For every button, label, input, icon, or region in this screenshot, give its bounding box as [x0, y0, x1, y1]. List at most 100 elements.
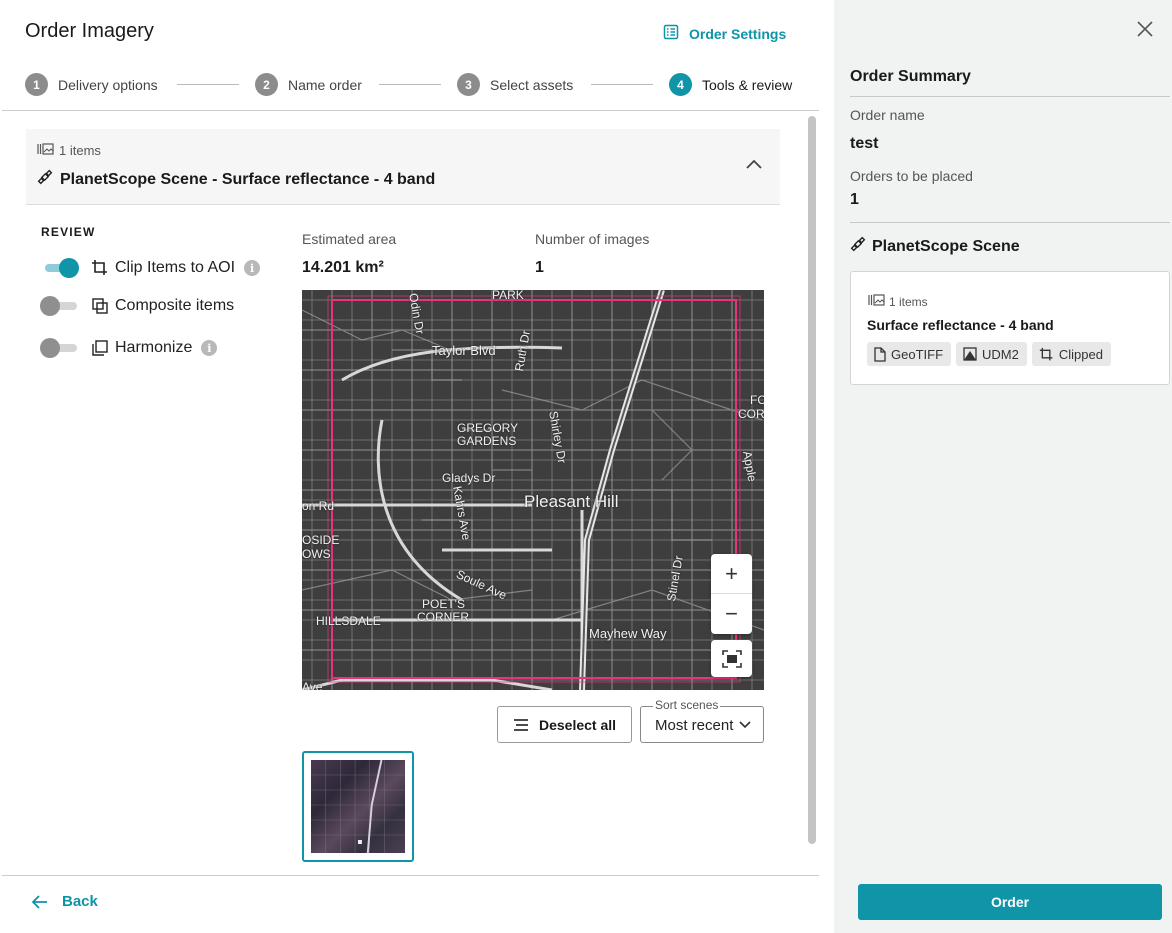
summary-divider — [850, 96, 1170, 97]
fit-bounds-button[interactable] — [711, 640, 752, 677]
back-label: Back — [62, 893, 98, 910]
step-number: 2 — [255, 73, 278, 96]
file-icon — [874, 346, 886, 362]
deselect-all-label: Deselect all — [538, 716, 617, 733]
order-button-label: Order — [990, 894, 1030, 910]
deselect-all-button[interactable]: Deselect all — [497, 706, 632, 743]
composite-toggle-row: Composite items — [40, 296, 235, 316]
chip-label: UDM2 — [982, 346, 1019, 362]
stack-icon — [868, 294, 885, 309]
map-label: FO — [750, 393, 764, 407]
order-settings-label: Order Settings — [689, 25, 787, 42]
asset-chip-udm2: UDM2 — [956, 342, 1027, 366]
step-label: Delivery options — [58, 76, 158, 93]
orders-placed-value: 1 — [850, 191, 859, 208]
map-label: COR — [738, 407, 764, 421]
scene-thumbnail-image — [311, 760, 405, 853]
clip-toggle-row: Clip Items to AOI i — [41, 258, 261, 278]
harmonize-icon — [91, 339, 109, 357]
harmonize-toggle-switch[interactable] — [40, 338, 77, 358]
step-delivery-options[interactable]: 1 Delivery options — [25, 73, 158, 96]
sort-scenes-value: Most recent — [655, 717, 734, 734]
orders-placed-label: Orders to be placed — [850, 168, 973, 184]
order-name-value: test — [850, 135, 879, 152]
map-label: PARK — [492, 290, 524, 302]
close-icon[interactable] — [1136, 20, 1154, 38]
map-label: Mayhew Way — [589, 626, 667, 641]
number-of-images-value: 1 — [535, 259, 544, 276]
step-label: Name order — [288, 76, 362, 93]
toggle-label: Clip Items to AOI — [115, 259, 236, 276]
crop-icon — [91, 259, 109, 277]
info-icon[interactable]: i — [201, 340, 218, 356]
satellite-icon — [850, 236, 866, 257]
chip-label: Clipped — [1058, 346, 1103, 362]
step-number: 1 — [25, 73, 48, 96]
lines-icon — [513, 718, 528, 731]
scene-thumbnail[interactable] — [302, 751, 414, 862]
map-label: OSIDE — [302, 533, 340, 547]
number-of-images-label: Number of images — [535, 231, 650, 247]
map-label: HILLSDALE — [316, 614, 381, 628]
map-label: GREGORY — [457, 421, 519, 435]
info-icon[interactable]: i — [244, 260, 261, 276]
chip-label: GeoTIFF — [891, 346, 944, 362]
map-label: Taylor Blvd — [432, 343, 496, 358]
zoom-in-button[interactable]: + — [711, 554, 752, 594]
sort-scenes-select[interactable]: Sort scenes Most recent — [640, 698, 764, 743]
estimated-area-value: 14.201 km² — [302, 259, 384, 276]
step-label: Tools & review — [702, 76, 793, 93]
order-button[interactable]: Order — [858, 884, 1162, 920]
summary-divider — [850, 222, 1170, 223]
step-connector — [379, 84, 441, 85]
udm-icon — [963, 347, 977, 361]
map-label: Pleasant Hill — [524, 492, 619, 511]
order-summary-title: Order Summary — [850, 68, 971, 85]
product-group-header[interactable]: 1 items PlanetScope Scene - Surface refl… — [26, 129, 780, 205]
satellite-icon — [37, 169, 53, 190]
order-settings-button[interactable]: Order Settings — [663, 24, 786, 43]
group-title-text: PlanetScope Scene - Surface reflectance … — [60, 170, 436, 188]
items-count-label: 1 items — [59, 143, 101, 158]
map-label: CORNER — [417, 610, 470, 624]
step-tools-review[interactable]: 4 Tools & review — [669, 73, 792, 96]
scrollbar[interactable] — [808, 116, 816, 844]
footer-divider — [2, 875, 819, 876]
map-label: Gladys Dr — [442, 471, 496, 485]
step-number: 4 — [669, 73, 692, 96]
step-name-order[interactable]: 2 Name order — [255, 73, 362, 96]
map-label: GARDENS — [457, 434, 517, 448]
toggle-label: Composite items — [115, 297, 235, 314]
header-divider — [2, 110, 819, 111]
step-connector — [177, 84, 239, 85]
toggle-label: Harmonize — [115, 339, 193, 356]
order-main-panel: Order Imagery Order Settings 1 Delivery … — [0, 0, 834, 933]
card-items-count: 1 items — [868, 294, 928, 309]
step-select-assets[interactable]: 3 Select assets — [457, 73, 573, 96]
chevron-up-icon[interactable] — [746, 159, 762, 169]
card-items-count-label: 1 items — [889, 294, 928, 309]
order-name-label: Order name — [850, 107, 925, 123]
map-label: on Rd — [302, 499, 335, 513]
page-title: Order Imagery — [25, 20, 154, 42]
asset-chip-geotiff: GeoTIFF — [867, 342, 952, 366]
back-button[interactable]: Back — [32, 893, 98, 910]
harmonize-toggle-row: Harmonize i — [40, 338, 218, 358]
group-items-count: 1 items — [37, 143, 101, 158]
summary-scene-title: PlanetScope Scene — [850, 236, 1020, 257]
composite-icon — [91, 297, 109, 315]
clip-toggle-switch[interactable] — [41, 258, 79, 278]
summary-bundle-card: 1 items Surface reflectance - 4 band Geo… — [850, 271, 1170, 385]
zoom-out-button[interactable]: − — [711, 594, 752, 634]
asset-chip-clipped: Clipped — [1031, 342, 1111, 366]
estimated-area-label: Estimated area — [302, 231, 397, 247]
step-label: Select assets — [490, 76, 574, 93]
plus-icon: + — [725, 560, 738, 586]
step-number: 3 — [457, 73, 480, 96]
aoi-map[interactable]: PARK Taylor Blvd Ruth Dr Shirley Dr GREG… — [302, 290, 764, 690]
stack-icon — [37, 143, 54, 158]
crop-icon — [1039, 347, 1053, 360]
stepper: 1 Delivery options 2 Name order 3 Select… — [25, 73, 797, 97]
fit-bounds-icon — [721, 649, 742, 668]
composite-toggle-switch[interactable] — [40, 296, 77, 316]
